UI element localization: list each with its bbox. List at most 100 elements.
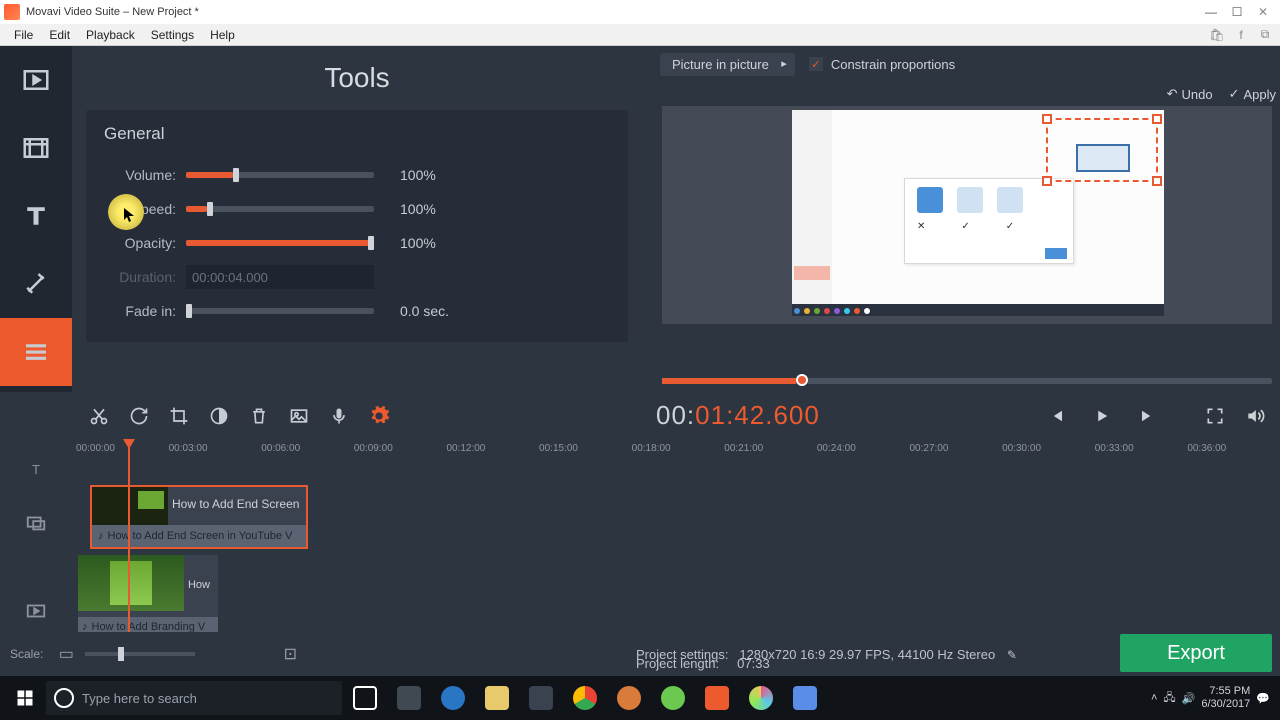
- general-section: General Volume: 100% Speed: 100% Opacity…: [86, 110, 628, 342]
- zoom-fit-icon[interactable]: ▭: [57, 645, 75, 663]
- taskbar-search[interactable]: Type here to search: [46, 681, 342, 715]
- ruler-tick: 00:24:00: [817, 439, 910, 459]
- ruler-tick: 00:15:00: [539, 439, 632, 459]
- pip-overlay-handles[interactable]: [1046, 118, 1158, 182]
- taskbar-chrome[interactable]: [564, 680, 606, 716]
- cart-icon[interactable]: 🛍: [1208, 27, 1226, 43]
- track-video-icon[interactable]: [0, 600, 72, 622]
- task-view-button[interactable]: [344, 680, 386, 716]
- export-button[interactable]: Export: [1120, 634, 1272, 672]
- zoom-marker-icon[interactable]: ⊡: [281, 645, 299, 663]
- taskbar-app[interactable]: [784, 680, 826, 716]
- menu-settings[interactable]: Settings: [143, 28, 202, 42]
- scale-slider[interactable]: [85, 652, 195, 656]
- taskbar-edge[interactable]: [432, 680, 474, 716]
- apply-button[interactable]: ✓ Apply: [1229, 86, 1276, 102]
- clip-audio-label: How to Add End Screen in YouTube V: [108, 530, 293, 542]
- note-icon: ♪: [98, 530, 104, 542]
- close-button[interactable]: ✕: [1250, 3, 1276, 21]
- ruler-tick: 00:09:00: [354, 439, 447, 459]
- menu-file[interactable]: File: [6, 28, 41, 42]
- rail-filters[interactable]: [0, 114, 72, 182]
- tray-notifications-icon[interactable]: 💬: [1256, 692, 1270, 705]
- pip-mode-dropdown[interactable]: Picture in picture: [660, 53, 795, 76]
- undo-button[interactable]: ↶ Undo: [1167, 86, 1213, 102]
- scale-label: Scale:: [10, 647, 43, 661]
- clip-properties-button[interactable]: [362, 399, 396, 433]
- project-settings-value: 1280x720 16:9 29.97 FPS, 44100 Hz Stereo: [739, 647, 995, 662]
- tray-up-icon[interactable]: ˄: [1151, 692, 1157, 704]
- volume-button[interactable]: [1240, 401, 1270, 431]
- rail-import[interactable]: [0, 46, 72, 114]
- image-button[interactable]: [282, 399, 316, 433]
- track-overlay-icon[interactable]: [0, 512, 72, 534]
- duration-input: [186, 265, 374, 289]
- preview-frame: ✕✓✓: [792, 110, 1164, 316]
- fadein-slider[interactable]: [186, 308, 374, 314]
- start-button[interactable]: [4, 680, 46, 716]
- cut-button[interactable]: [82, 399, 116, 433]
- taskbar-app[interactable]: [696, 680, 738, 716]
- tray-time: 7:55 PM: [1201, 685, 1250, 698]
- playhead[interactable]: [128, 439, 130, 632]
- rail-effects[interactable]: [0, 250, 72, 318]
- system-tray[interactable]: ˄ 🖧 🔊 7:55 PM 6/30/2017 💬: [1151, 685, 1276, 711]
- ruler-tick: 00:00:00: [76, 439, 169, 459]
- maximize-button[interactable]: ☐: [1224, 3, 1250, 21]
- timeline: 00:00:00 00:03:00 00:06:00 00:09:00 00:1…: [0, 439, 1280, 676]
- taskbar-store[interactable]: [520, 680, 562, 716]
- ruler-tick: 00:36:00: [1187, 439, 1280, 459]
- opacity-slider[interactable]: [186, 240, 374, 246]
- app-icon: [4, 4, 20, 20]
- preview-canvas[interactable]: ✕✓✓: [662, 106, 1272, 324]
- menu-edit[interactable]: Edit: [41, 28, 78, 42]
- delete-button[interactable]: [242, 399, 276, 433]
- taskbar-app[interactable]: [388, 680, 430, 716]
- facebook-icon[interactable]: f: [1232, 27, 1250, 43]
- left-rail: [0, 46, 72, 392]
- volume-slider[interactable]: [186, 172, 374, 178]
- taskbar-explorer[interactable]: [476, 680, 518, 716]
- minimize-button[interactable]: —: [1198, 3, 1224, 21]
- menu-playback[interactable]: Playback: [78, 28, 143, 42]
- menu-help[interactable]: Help: [202, 28, 243, 42]
- timeline-ruler[interactable]: 00:00:00 00:03:00 00:06:00 00:09:00 00:1…: [0, 439, 1280, 459]
- taskbar-app[interactable]: [740, 680, 782, 716]
- checkmark-icon: ✓: [809, 57, 823, 71]
- tray-volume-icon[interactable]: 🔊: [1182, 692, 1196, 705]
- volume-value: 100%: [400, 167, 436, 183]
- rotate-button[interactable]: [122, 399, 156, 433]
- edit-toolbar: 00:01:42.600: [0, 392, 1280, 439]
- track-title-icon[interactable]: T: [0, 462, 72, 477]
- rail-more[interactable]: [0, 318, 72, 386]
- rail-titles[interactable]: [0, 182, 72, 250]
- fullscreen-button[interactable]: [1200, 401, 1230, 431]
- color-button[interactable]: [202, 399, 236, 433]
- tools-title: Tools: [86, 62, 628, 94]
- windows-taskbar: Type here to search ˄ 🖧 🔊 7:55 PM 6/30/2…: [0, 676, 1280, 720]
- play-button[interactable]: [1088, 402, 1116, 430]
- taskbar-app[interactable]: [652, 680, 694, 716]
- speed-value: 100%: [400, 201, 436, 217]
- taskbar-app[interactable]: [608, 680, 650, 716]
- speed-slider[interactable]: [186, 206, 374, 212]
- mic-button[interactable]: [322, 399, 356, 433]
- ruler-tick: 00:21:00: [724, 439, 817, 459]
- share-icon[interactable]: ⧉: [1256, 27, 1274, 43]
- tools-panel: Tools General Volume: 100% Speed: 100% O…: [72, 46, 642, 392]
- ruler-tick: 00:27:00: [909, 439, 1002, 459]
- next-button[interactable]: [1134, 402, 1162, 430]
- preview-panel: Picture in picture ✓ Constrain proportio…: [642, 46, 1280, 392]
- edit-settings-icon[interactable]: ✎: [1007, 648, 1017, 662]
- constrain-checkbox[interactable]: ✓ Constrain proportions: [809, 57, 955, 72]
- timeline-clip[interactable]: How ♪How to Add Branding V: [78, 555, 218, 637]
- ruler-tick: 00:18:00: [632, 439, 725, 459]
- prev-button[interactable]: [1042, 402, 1070, 430]
- crop-button[interactable]: [162, 399, 196, 433]
- fadein-label: Fade in:: [104, 303, 176, 319]
- timeline-clip[interactable]: How to Add End Screen ♪How to Add End Sc…: [90, 485, 308, 549]
- fadein-value: 0.0 sec.: [400, 303, 449, 319]
- preview-scrubber[interactable]: [662, 378, 1272, 384]
- tray-network-icon[interactable]: 🖧: [1163, 689, 1175, 708]
- cortana-icon: [54, 688, 74, 708]
